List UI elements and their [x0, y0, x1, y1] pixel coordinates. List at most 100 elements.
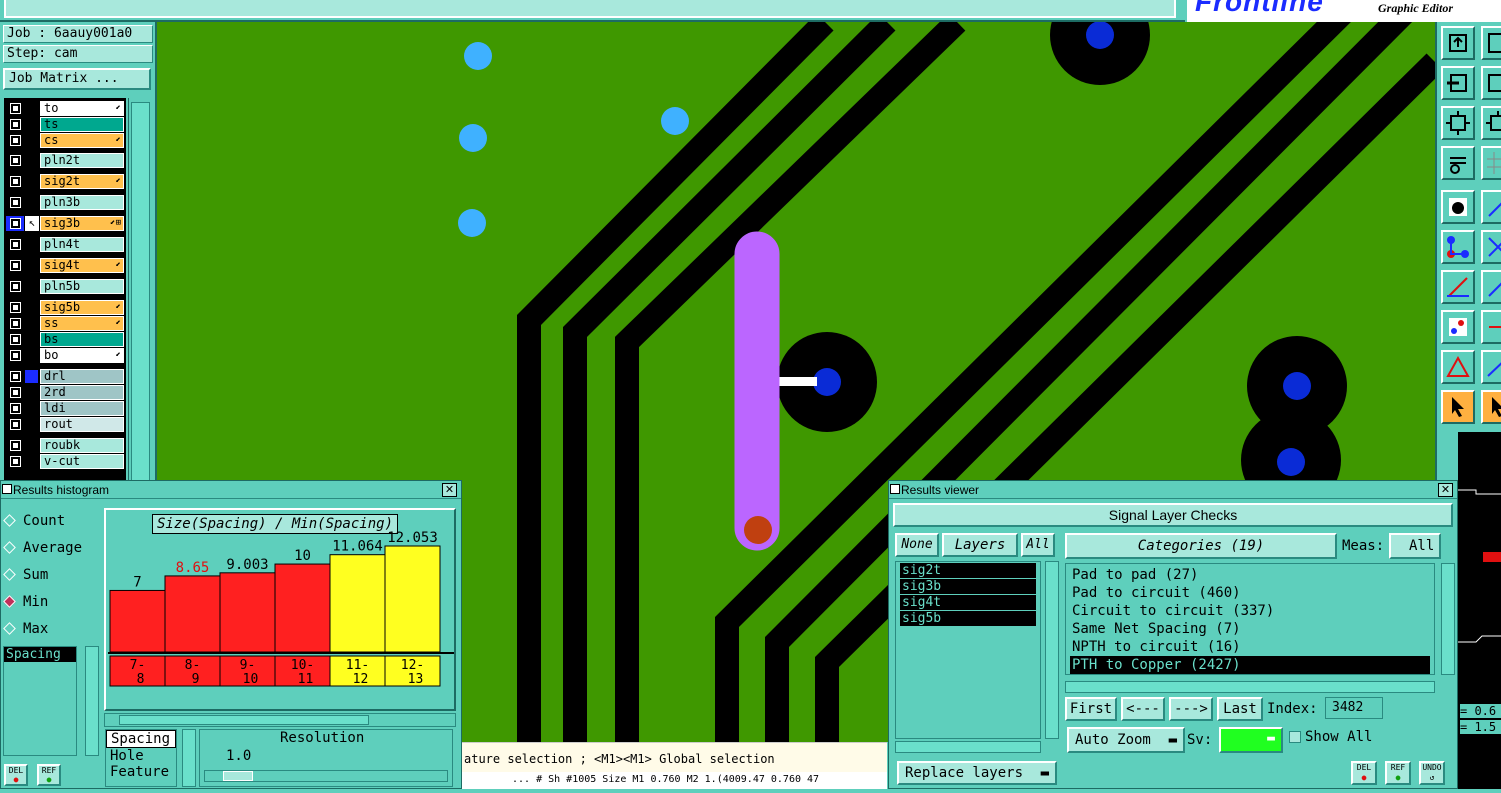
sv-color-dropdown[interactable]: ▬ [1219, 727, 1283, 753]
layer-scroll-thumb[interactable] [131, 102, 150, 498]
layer-row[interactable]: ss ⬋ [4, 316, 126, 331]
layer-row[interactable]: v-cut [4, 454, 126, 469]
layer-row[interactable]: bo ⬋ [4, 348, 126, 363]
layer-name[interactable]: sig5b ⬋ [40, 300, 124, 315]
layer-name[interactable]: pln4t [40, 237, 124, 252]
layer-row[interactable]: ↖ sig3b ⬋⊞ [4, 216, 126, 231]
layer-row[interactable]: pln3b [4, 195, 126, 210]
index-input[interactable]: 3482 [1325, 697, 1383, 719]
layer-name[interactable]: sig4t ⬋ [40, 258, 124, 273]
ref-button[interactable]: REF ● [37, 764, 61, 786]
layer-name[interactable]: sig2t ⬋ [40, 174, 124, 189]
layer-row[interactable]: cs ⬋ [4, 133, 126, 148]
tool-pointer2-button[interactable] [1481, 390, 1501, 424]
next-button[interactable]: ---> [1169, 697, 1213, 721]
chart-scrollbar[interactable] [104, 713, 456, 727]
slider-handle[interactable] [223, 771, 253, 781]
list-item[interactable]: Spacing [4, 647, 76, 662]
layer-checkbox[interactable] [10, 135, 21, 146]
layer-name[interactable]: to ⬋ [40, 101, 124, 116]
radio-average[interactable]: Average [3, 540, 82, 556]
layer-name[interactable]: bo ⬋ [40, 348, 124, 363]
layer-checkbox[interactable] [10, 456, 21, 467]
layers-hscrollbar[interactable] [895, 741, 1041, 753]
categories-hscrollbar[interactable] [1065, 681, 1435, 693]
tool-frame-button[interactable] [1481, 26, 1501, 60]
category-item[interactable]: PTH to Copper (2427) [1070, 656, 1430, 674]
layer-name[interactable]: ldi [40, 401, 124, 416]
first-button[interactable]: First [1065, 697, 1117, 721]
layer-row[interactable]: pln5b [4, 279, 126, 294]
layers-scrollbar[interactable] [1045, 561, 1059, 739]
layer-row[interactable]: sig5b ⬋ [4, 300, 126, 315]
layer-checkbox[interactable] [10, 119, 21, 130]
categories-scrollbar[interactable] [1441, 563, 1455, 675]
list-item[interactable]: sig3b [900, 579, 1036, 594]
tool-fit2-button[interactable] [1481, 106, 1501, 140]
layer-checkbox[interactable] [10, 419, 21, 430]
layer-name[interactable]: v-cut [40, 454, 124, 469]
layer-name[interactable]: cs ⬋ [40, 133, 124, 148]
layer-row[interactable]: sig4t ⬋ [4, 258, 126, 273]
tool-select-pad-button[interactable] [1441, 190, 1475, 224]
auto-zoom-dropdown[interactable]: Auto Zoom ▬ [1067, 727, 1185, 753]
histogram-title-bar[interactable]: Results histogram [1, 481, 461, 499]
del-button[interactable]: DEL ● [1351, 761, 1377, 785]
last-button[interactable]: Last [1217, 697, 1263, 721]
layer-checkbox[interactable] [10, 260, 21, 271]
layer-name[interactable]: pln5b [40, 279, 124, 294]
chart-scroll-thumb[interactable] [119, 715, 369, 725]
replace-layers-dropdown[interactable]: Replace layers ▬ [897, 761, 1057, 785]
list-item[interactable]: sig2t [900, 563, 1036, 578]
category-item[interactable]: Same Net Spacing (7) [1070, 620, 1430, 638]
tool-dash-button[interactable] [1481, 310, 1501, 344]
layer-row[interactable]: 2rd [4, 385, 126, 400]
layer-row[interactable]: ldi [4, 401, 126, 416]
layer-name[interactable]: ts [40, 117, 124, 132]
tool-net-button[interactable] [1441, 230, 1475, 264]
layer-row[interactable]: ts [4, 117, 126, 132]
layer-checkbox[interactable] [10, 302, 21, 313]
layer-checkbox[interactable] [10, 440, 21, 451]
tool-line-button[interactable] [1481, 190, 1501, 224]
tool-angle2-button[interactable] [1481, 350, 1501, 384]
resolution-slider[interactable] [204, 770, 448, 782]
tool-grid-button[interactable] [1481, 146, 1501, 180]
layer-checkbox[interactable] [10, 155, 21, 166]
attribute-scrollbar[interactable] [85, 646, 99, 756]
layer-name[interactable]: pln3b [40, 195, 124, 210]
tool-snap-button[interactable] [1441, 26, 1475, 60]
tool-angle-button[interactable] [1441, 350, 1475, 384]
layer-name[interactable]: bs [40, 332, 124, 347]
prev-button[interactable]: <--- [1121, 697, 1165, 721]
undo-button[interactable]: UNDO ↺ [1419, 761, 1445, 785]
category-item[interactable]: Circuit to circuit (337) [1070, 602, 1430, 620]
layer-row[interactable]: to ⬋ [4, 101, 126, 116]
close-icon[interactable]: ✕ [1438, 483, 1453, 497]
layer-row[interactable]: pln2t [4, 153, 126, 168]
tool-fit-button[interactable] [1441, 106, 1475, 140]
layer-checkbox[interactable] [10, 334, 21, 345]
category-item[interactable]: Pad to circuit (460) [1070, 584, 1430, 602]
layer-name[interactable]: drl [40, 369, 124, 384]
layer-checkbox[interactable] [10, 371, 21, 382]
layer-row[interactable]: drl [4, 369, 126, 384]
radio-min[interactable]: Min [3, 594, 48, 610]
layer-checkbox[interactable] [10, 176, 21, 187]
show-all-checkbox[interactable] [1289, 731, 1301, 743]
none-button[interactable]: None [895, 533, 939, 557]
results-title-bar[interactable]: Results viewer [889, 481, 1457, 499]
bottom-list-scrollbar[interactable] [182, 729, 196, 787]
layer-name[interactable]: pln2t [40, 153, 124, 168]
layer-checkbox[interactable] [10, 403, 21, 414]
radio-sum[interactable]: Sum [3, 567, 48, 583]
tool-import-button[interactable] [1441, 66, 1475, 100]
layer-name[interactable]: roubk [40, 438, 124, 453]
layer-row[interactable]: roubk [4, 438, 126, 453]
category-item[interactable]: Pad to pad (27) [1070, 566, 1430, 584]
layer-name[interactable]: sig3b ⬋⊞ [40, 216, 124, 231]
list-item[interactable]: sig4t [900, 595, 1036, 610]
tool-diag-button[interactable] [1481, 270, 1501, 304]
layer-name[interactable]: 2rd [40, 385, 124, 400]
list-item[interactable]: Hole [106, 748, 176, 764]
